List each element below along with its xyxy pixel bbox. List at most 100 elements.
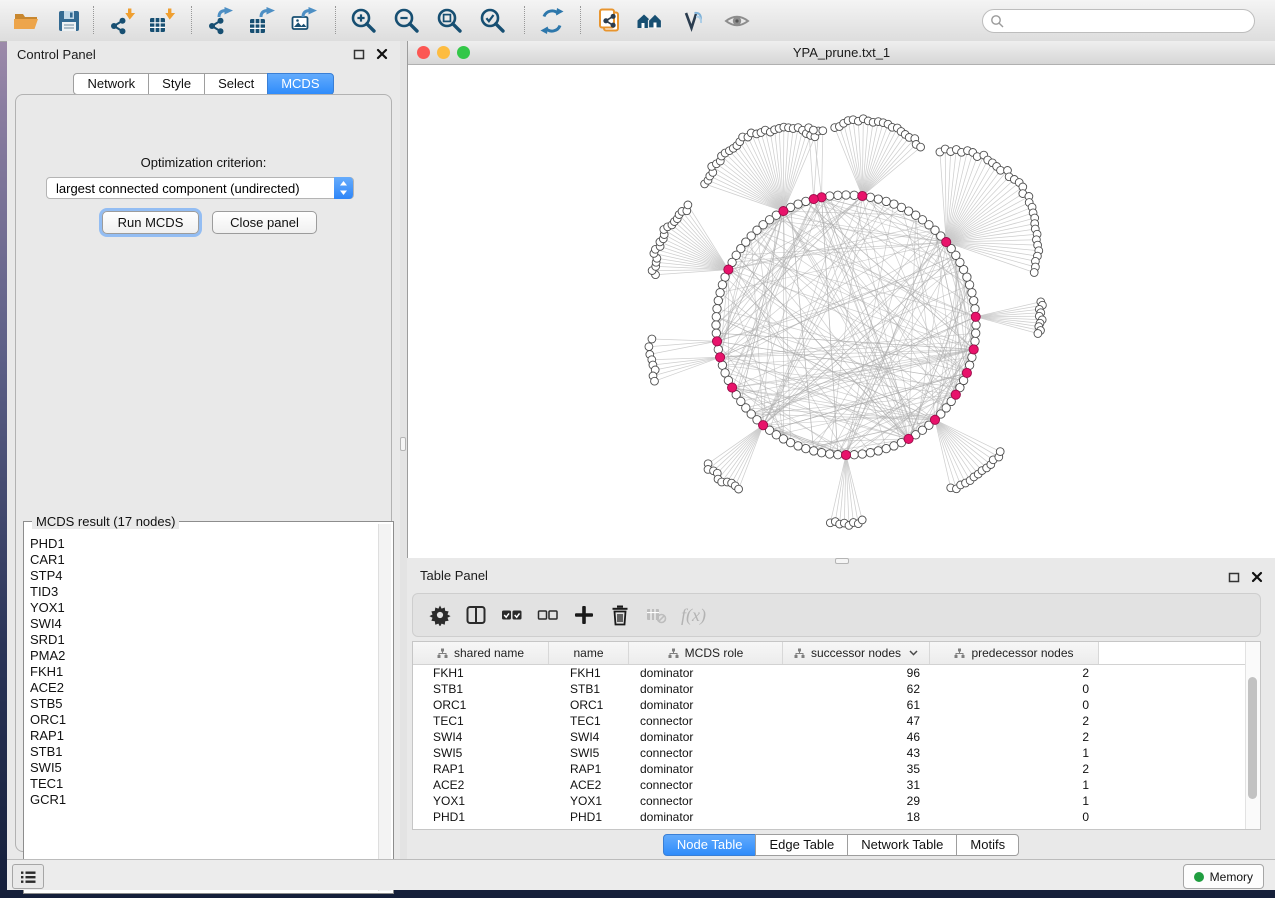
result-node-item[interactable]: CAR1 — [30, 552, 375, 568]
open-file-icon[interactable] — [12, 7, 40, 35]
mcds-result-list[interactable]: PHD1CAR1STP4TID3YOX1SWI4SRD1PMA2FKH1ACE2… — [30, 536, 375, 889]
float-panel-icon[interactable] — [353, 48, 365, 60]
cell-successor-nodes: 18 — [783, 809, 930, 825]
column-namespace-icon — [668, 648, 679, 659]
cell-shared-name: PHD1 — [413, 809, 549, 825]
table-row[interactable]: SWI4SWI4dominator462 — [413, 729, 1260, 745]
visual-style-icon[interactable] — [680, 7, 708, 35]
memory-button[interactable]: Memory — [1183, 864, 1264, 889]
criterion-select[interactable]: largest connected component (undirected) — [46, 177, 354, 199]
result-node-item[interactable]: TID3 — [30, 584, 375, 600]
cell-shared-name: YOX1 — [413, 793, 549, 809]
import-network-icon[interactable] — [108, 7, 136, 35]
table-row[interactable]: TEC1TEC1connector472 — [413, 713, 1260, 729]
import-table-icon[interactable] — [148, 7, 176, 35]
result-node-item[interactable]: PHD1 — [30, 536, 375, 552]
memory-button-label: Memory — [1210, 870, 1253, 884]
result-node-item[interactable]: STB5 — [30, 696, 375, 712]
column-header-name[interactable]: name — [549, 642, 629, 664]
vertical-splitter[interactable] — [400, 41, 407, 859]
task-history-button[interactable] — [12, 864, 44, 889]
tab-node-table[interactable]: Node Table — [663, 834, 757, 856]
run-mcds-button[interactable]: Run MCDS — [102, 211, 199, 234]
result-node-item[interactable]: SRD1 — [30, 632, 375, 648]
column-header-predecessor-nodes[interactable]: predecessor nodes — [930, 642, 1099, 664]
toggle-panel-icon[interactable] — [465, 604, 487, 626]
tab-network-table[interactable]: Network Table — [847, 834, 957, 856]
column-header-shared-name[interactable]: shared name — [413, 642, 549, 664]
result-scrollbar[interactable] — [378, 524, 391, 891]
table-row[interactable]: FKH1FKH1dominator962 — [413, 665, 1260, 681]
toolbar-separator — [335, 6, 336, 34]
result-node-item[interactable]: YOX1 — [30, 600, 375, 616]
table-scrollbar-thumb[interactable] — [1248, 677, 1257, 799]
horizontal-splitter[interactable] — [407, 558, 1275, 565]
cell-name: SWI5 — [549, 745, 629, 761]
search-input[interactable] — [1005, 11, 1254, 31]
tab-mcds[interactable]: MCDS — [267, 73, 333, 95]
apply-layout-icon[interactable] — [538, 7, 566, 35]
result-node-item[interactable]: TEC1 — [30, 776, 375, 792]
result-node-item[interactable]: STB1 — [30, 744, 375, 760]
float-table-panel-icon[interactable] — [1228, 571, 1240, 583]
tab-select[interactable]: Select — [204, 73, 268, 95]
select-all-icon[interactable] — [501, 604, 523, 626]
table-row[interactable]: SWI5SWI5connector431 — [413, 745, 1260, 761]
table-row[interactable]: STB1STB1dominator620 — [413, 681, 1260, 697]
save-session-icon[interactable] — [55, 7, 83, 35]
close-table-panel-icon[interactable] — [1251, 571, 1263, 583]
close-panel-button[interactable]: Close panel — [212, 211, 317, 234]
result-node-item[interactable]: SWI4 — [30, 616, 375, 632]
cell-successor-nodes: 47 — [783, 713, 930, 729]
homes-icon[interactable] — [636, 7, 664, 35]
tab-network[interactable]: Network — [73, 73, 149, 95]
network-canvas[interactable] — [408, 65, 1275, 558]
zoom-fit-icon[interactable] — [436, 7, 464, 35]
tab-style[interactable]: Style — [148, 73, 205, 95]
cell-name: RAP1 — [549, 761, 629, 777]
zoom-selected-icon[interactable] — [479, 7, 507, 35]
result-node-item[interactable]: STP4 — [30, 568, 375, 584]
column-header-successor-nodes[interactable]: successor nodes — [783, 642, 930, 664]
table-row[interactable]: RAP1RAP1dominator352 — [413, 761, 1260, 777]
table-row[interactable]: YOX1YOX1connector291 — [413, 793, 1260, 809]
export-network-icon[interactable] — [206, 7, 234, 35]
result-node-item[interactable]: ACE2 — [30, 680, 375, 696]
table-row[interactable]: ACE2ACE2connector311 — [413, 777, 1260, 793]
cell-MCDS-role: connector — [629, 777, 783, 793]
deselect-all-icon[interactable] — [537, 604, 559, 626]
cell-predecessor-nodes: 1 — [930, 777, 1099, 793]
tab-edge-table[interactable]: Edge Table — [755, 834, 848, 856]
zoom-out-icon[interactable] — [393, 7, 421, 35]
table-row[interactable]: ORC1ORC1dominator610 — [413, 697, 1260, 713]
result-node-item[interactable]: GCR1 — [30, 792, 375, 808]
horizontal-splitter-grip[interactable] — [835, 558, 849, 564]
result-node-item[interactable]: PMA2 — [30, 648, 375, 664]
maximize-window-icon[interactable] — [457, 46, 470, 59]
table-row[interactable]: PHD1PHD1dominator180 — [413, 809, 1260, 825]
toolbar-separator — [524, 6, 525, 34]
result-node-item[interactable]: FKH1 — [30, 664, 375, 680]
export-table-icon[interactable] — [248, 7, 276, 35]
zoom-in-icon[interactable] — [350, 7, 378, 35]
column-header-MCDS-role[interactable]: MCDS role — [629, 642, 783, 664]
settings-gear-icon[interactable] — [429, 604, 451, 626]
vertical-splitter-grip[interactable] — [400, 437, 406, 451]
column-namespace-icon — [437, 648, 448, 659]
table-scrollbar[interactable] — [1245, 642, 1260, 829]
result-node-item[interactable]: SWI5 — [30, 760, 375, 776]
minimize-window-icon[interactable] — [437, 46, 450, 59]
eye-icon[interactable] — [723, 7, 751, 35]
delete-icon[interactable] — [609, 604, 631, 626]
network-document-icon[interactable] — [595, 7, 623, 35]
result-node-item[interactable]: ORC1 — [30, 712, 375, 728]
cell-shared-name: STB1 — [413, 681, 549, 697]
add-icon[interactable] — [573, 604, 595, 626]
export-image-icon[interactable] — [290, 7, 318, 35]
cell-successor-nodes: 31 — [783, 777, 930, 793]
close-panel-icon[interactable] — [376, 48, 388, 60]
result-node-item[interactable]: RAP1 — [30, 728, 375, 744]
search-box[interactable] — [982, 9, 1255, 33]
tab-motifs[interactable]: Motifs — [956, 834, 1019, 856]
close-window-icon[interactable] — [417, 46, 430, 59]
